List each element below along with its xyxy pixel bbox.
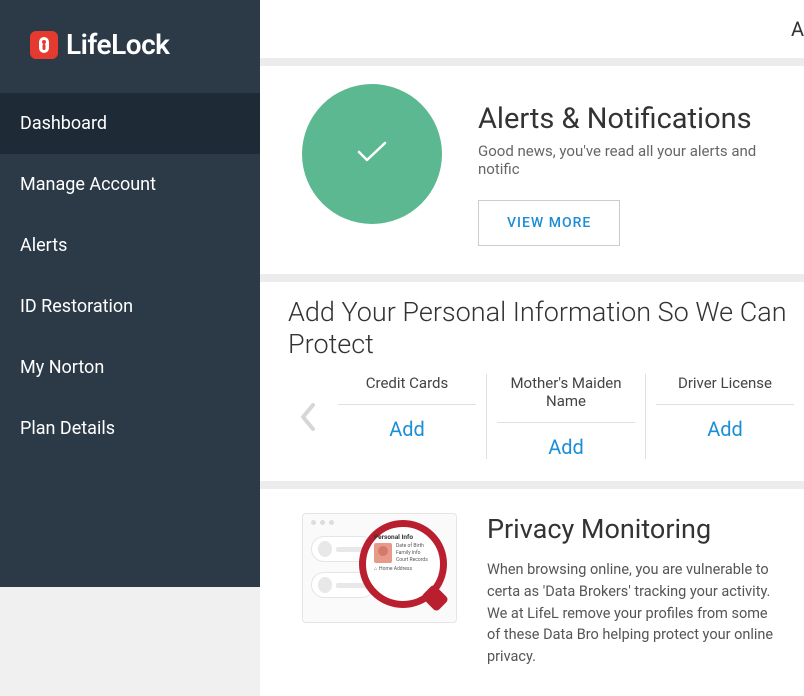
nav: Dashboard Manage Account Alerts ID Resto…: [0, 93, 260, 459]
personal-info-carousel: Credit Cards Add Mother's Maiden Name Ad…: [288, 374, 804, 459]
info-item-driver-license: Driver License Add: [646, 374, 804, 459]
alerts-title: Alerts & Notifications: [478, 102, 780, 136]
add-link-credit-cards[interactable]: Add: [338, 405, 476, 441]
top-bar: A: [260, 0, 804, 58]
add-link-driver-license[interactable]: Add: [656, 405, 794, 441]
add-link-mothers-maiden-name[interactable]: Add: [497, 423, 635, 459]
info-item-credit-cards: Credit Cards Add: [328, 374, 487, 459]
checkmark-icon: [356, 140, 388, 168]
nav-item-id-restoration[interactable]: ID Restoration: [0, 276, 260, 337]
main-content: A Alerts & Notifications Good news, you'…: [260, 0, 804, 587]
nav-item-dashboard[interactable]: Dashboard: [0, 93, 260, 154]
view-more-button[interactable]: VIEW MORE: [478, 200, 620, 246]
nav-item-alerts[interactable]: Alerts: [0, 215, 260, 276]
personal-info-title: Add Your Personal Information So We Can …: [288, 296, 804, 360]
info-item-mothers-maiden-name: Mother's Maiden Name Add: [487, 374, 646, 459]
personal-info-card: Add Your Personal Information So We Can …: [260, 282, 804, 481]
alerts-subtitle: Good news, you've read all your alerts a…: [478, 142, 780, 178]
magnifier-header: Personal Info: [374, 533, 432, 541]
nav-item-plan-details[interactable]: Plan Details: [0, 398, 260, 459]
nav-item-manage-account[interactable]: Manage Account: [0, 154, 260, 215]
sidebar: LifeLock Dashboard Manage Account Alerts…: [0, 0, 260, 587]
privacy-content: Privacy Monitoring When browsing online,…: [487, 513, 780, 668]
privacy-title: Privacy Monitoring: [487, 513, 780, 545]
status-circle: [302, 84, 442, 224]
brand-name: LifeLock: [66, 28, 169, 61]
brand-logo: LifeLock: [0, 0, 260, 83]
privacy-card: Personal Info Date of Birth Family Info …: [260, 489, 804, 696]
alerts-card: Alerts & Notifications Good news, you've…: [260, 66, 804, 274]
chevron-left-icon[interactable]: [288, 402, 328, 432]
info-item-label: Credit Cards: [338, 374, 476, 405]
lifelock-icon: [30, 31, 58, 59]
alerts-content: Alerts & Notifications Good news, you've…: [478, 84, 780, 246]
top-bar-partial: A: [791, 17, 804, 41]
nav-item-my-norton[interactable]: My Norton: [0, 337, 260, 398]
personal-info-items: Credit Cards Add Mother's Maiden Name Ad…: [328, 374, 804, 459]
privacy-body: When browsing online, you are vulnerable…: [487, 559, 780, 668]
privacy-illustration: Personal Info Date of Birth Family Info …: [302, 513, 457, 623]
home-icon: ⌂: [374, 566, 377, 572]
magnifier-icon: Personal Info Date of Birth Family Info …: [359, 520, 447, 608]
info-item-label: Driver License: [656, 374, 794, 405]
info-item-label: Mother's Maiden Name: [497, 374, 635, 423]
